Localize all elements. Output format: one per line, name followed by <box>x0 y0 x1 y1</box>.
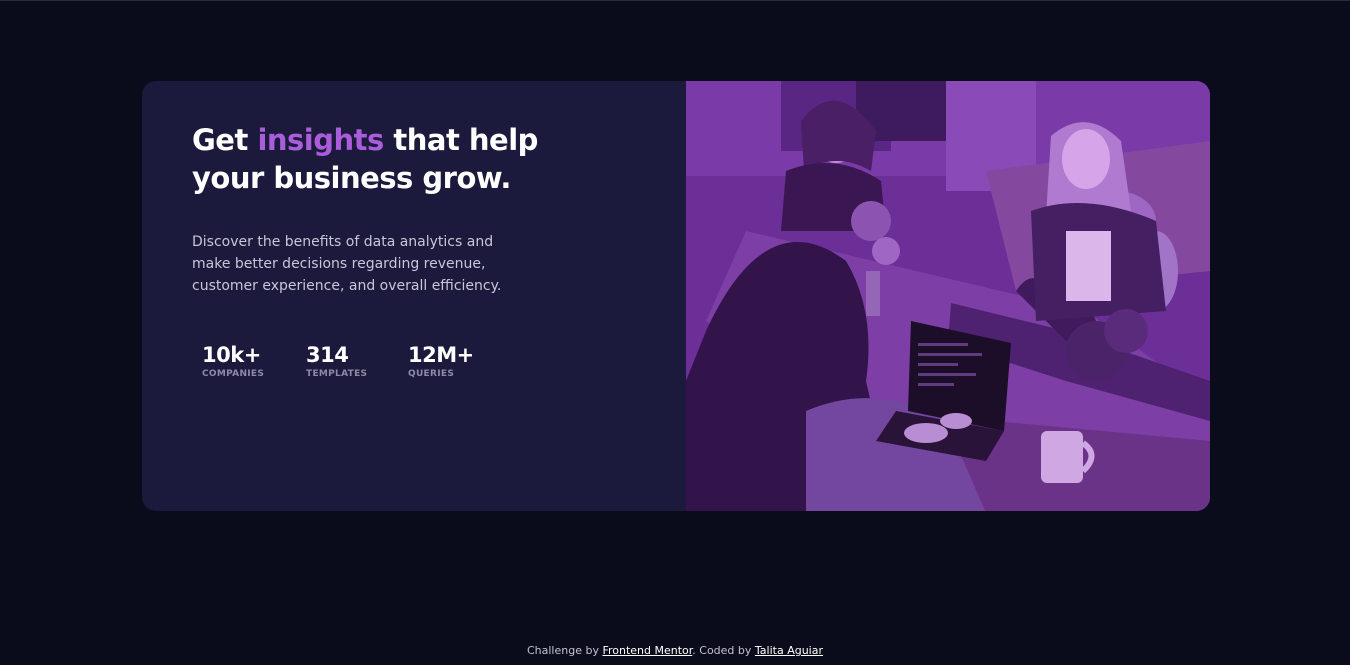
attribution-prefix: Challenge by <box>526 644 603 657</box>
stat-templates: 314 TEMPLATES <box>306 343 370 381</box>
card-headline: Get insights that help your business gro… <box>192 121 572 197</box>
top-border <box>0 0 1350 1</box>
stat-label: QUERIES <box>408 369 455 379</box>
headline-accent: insights <box>257 123 384 157</box>
stat-companies: 10k+ COMPANIES <box>202 343 268 381</box>
office-header-image <box>686 81 1210 511</box>
author-link[interactable]: Talita Aguiar <box>755 644 823 657</box>
stats-preview-card: Get insights that help your business gro… <box>142 81 1210 511</box>
card-content: Get insights that help your business gro… <box>142 81 686 511</box>
office-photo-illustration <box>686 81 1210 511</box>
headline-pre: Get <box>192 123 258 157</box>
stat-label: TEMPLATES <box>306 369 368 379</box>
stat-value: 314 <box>306 343 349 367</box>
attribution-footer: Challenge by Frontend Mentor. Coded by T… <box>0 642 1350 660</box>
stat-label: COMPANIES <box>202 369 265 379</box>
attribution-middle: . Coded by <box>692 644 755 657</box>
stats-row: 10k+ COMPANIES 314 TEMPLATES 12M+ QUERIE… <box>202 343 512 381</box>
card-description: Discover the benefits of data analytics … <box>192 234 502 294</box>
stat-queries: 12M+ QUERIES <box>408 343 474 381</box>
frontend-mentor-link[interactable]: Frontend Mentor <box>602 644 692 657</box>
stat-value: 12M+ <box>408 343 474 367</box>
stat-value: 10k+ <box>202 343 261 367</box>
